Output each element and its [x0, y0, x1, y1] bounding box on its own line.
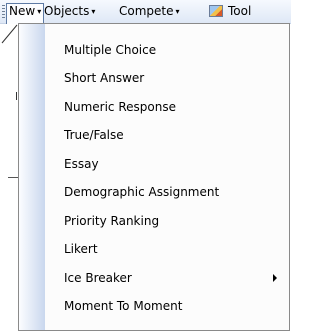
- menu-bar: New ▾ Objects ▾ Compete ▾ Tool: [0, 0, 291, 24]
- menu-item-label: Likert: [64, 242, 98, 256]
- menu-item-short-answer[interactable]: Short Answer: [45, 66, 289, 90]
- chevron-down-icon: ▾: [175, 7, 180, 16]
- toolbar-grip[interactable]: [2, 5, 5, 19]
- chevron-down-icon: ▾: [91, 7, 96, 16]
- menu-item-label: Ice Breaker: [64, 271, 132, 285]
- background-slide-fragment: [1, 24, 18, 44]
- menu-item-likert[interactable]: Likert: [45, 237, 289, 261]
- menu-item-essay[interactable]: Essay: [45, 152, 289, 176]
- menu-item-label: True/False: [64, 128, 124, 142]
- menu-item-numeric-response[interactable]: Numeric Response: [45, 95, 289, 119]
- chevron-right-icon: [273, 274, 277, 282]
- menu-item-label: Numeric Response: [64, 100, 176, 114]
- menu-tools-label: Tool: [228, 4, 252, 18]
- menu-tools[interactable]: Tool: [206, 3, 254, 20]
- menu-item-label: Short Answer: [64, 71, 145, 85]
- menu-item-label: Demographic Assignment: [64, 185, 220, 199]
- background-mark: [8, 177, 18, 178]
- menu-new[interactable]: New ▾: [6, 3, 45, 24]
- menu-compete[interactable]: Compete ▾: [116, 3, 183, 20]
- menu-item-label: Multiple Choice: [64, 43, 157, 57]
- menu-compete-label: Compete: [119, 4, 174, 18]
- menu-item-multiple-choice[interactable]: Multiple Choice: [45, 38, 289, 62]
- new-dropdown-menu: Multiple Choice Short Answer Numeric Res…: [18, 23, 290, 331]
- menu-item-moment-to-moment[interactable]: Moment To Moment: [45, 294, 289, 318]
- tools-icon: [209, 5, 223, 17]
- menu-item-label: Moment To Moment: [64, 299, 183, 313]
- menu-objects[interactable]: Objects ▾: [41, 3, 98, 20]
- menu-item-demographic-assignment[interactable]: Demographic Assignment: [45, 180, 289, 204]
- menu-item-label: Essay: [64, 157, 99, 171]
- menu-icon-gutter: [19, 24, 45, 330]
- menu-item-true-false[interactable]: True/False: [45, 123, 289, 147]
- menu-item-ice-breaker[interactable]: Ice Breaker: [45, 266, 289, 290]
- menu-new-label: New: [9, 4, 36, 18]
- menu-item-label: Priority Ranking: [64, 214, 160, 228]
- background-mark: [16, 92, 17, 100]
- menu-item-priority-ranking[interactable]: Priority Ranking: [45, 209, 289, 233]
- menu-objects-label: Objects: [44, 4, 90, 18]
